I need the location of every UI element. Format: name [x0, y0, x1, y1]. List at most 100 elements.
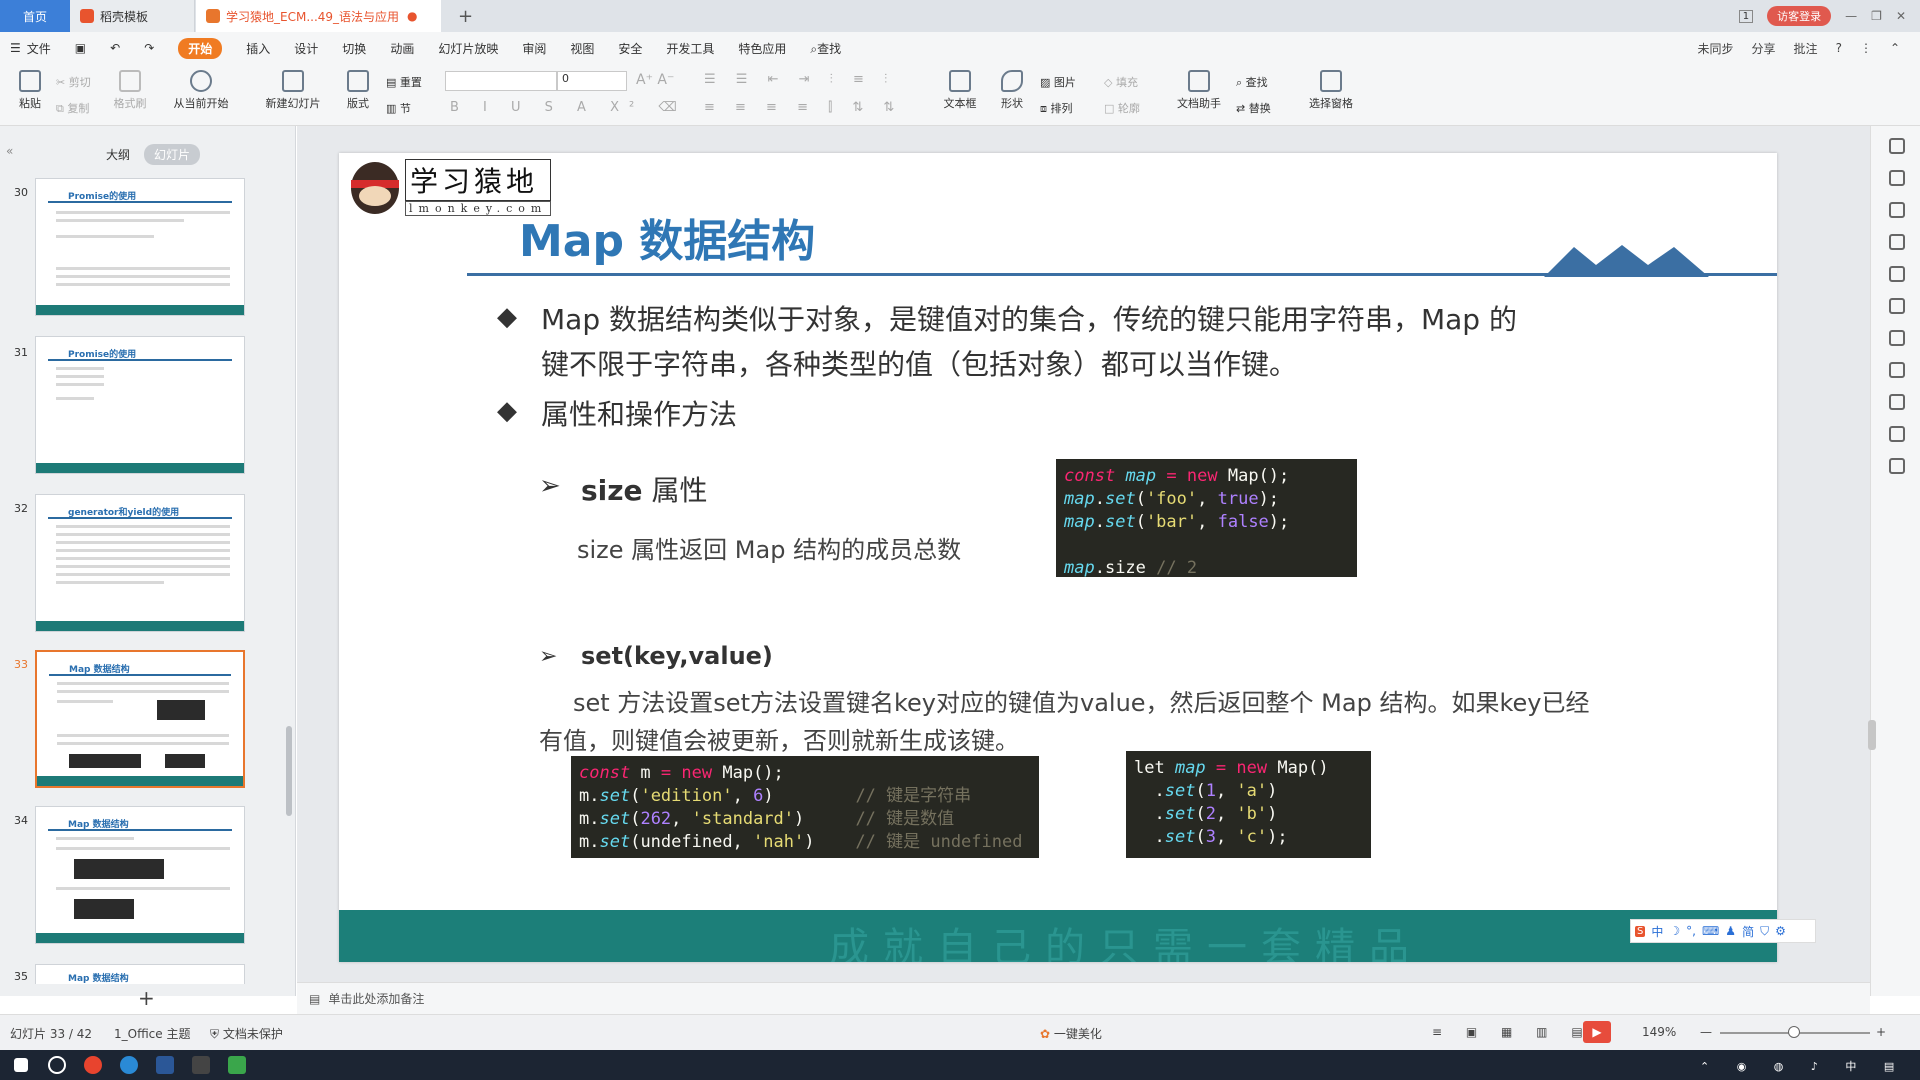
tray-icons[interactable]: ⌃ ◉ ◍ ♪ 中 ▤ [1700, 1058, 1906, 1074]
canvas-scrollbar[interactable] [1868, 720, 1876, 750]
sidebar-box-icon[interactable] [1889, 362, 1905, 378]
reset-button[interactable]: ▤ 重置 [386, 74, 422, 90]
redo-icon[interactable]: ↷ [144, 41, 154, 55]
menu-animation[interactable]: 动画 [390, 40, 414, 57]
tab-outline[interactable]: 大纲 [100, 144, 136, 165]
sidebar-audio-icon[interactable] [1889, 426, 1905, 442]
ime-simplified[interactable]: 简 [1742, 923, 1754, 940]
zoom-in-icon[interactable]: + [1876, 1025, 1886, 1039]
visitor-login-button[interactable]: 访客登录 [1767, 6, 1832, 26]
beautify-button[interactable]: ✿ 一键美化 [1040, 1025, 1102, 1042]
word-icon[interactable] [156, 1056, 174, 1074]
ie-icon[interactable] [120, 1056, 138, 1074]
font-style-buttons[interactable]: B I U S A X² ⌫ [450, 100, 687, 115]
sidebar-style-icon[interactable] [1889, 170, 1905, 186]
collapse-ribbon-icon[interactable]: ⌃ [1890, 41, 1900, 55]
sync-button[interactable]: 未同步 [1698, 40, 1734, 57]
shape-button[interactable]: 形状 [995, 70, 1029, 111]
sidebar-share-icon[interactable] [1889, 330, 1905, 346]
find-button[interactable]: ⌕ 查找 [1236, 74, 1268, 90]
new-tab-button[interactable]: + [448, 0, 478, 32]
minimize-icon[interactable]: — [1845, 9, 1857, 23]
outline-button[interactable]: □ 轮廓 [1104, 100, 1140, 116]
slide-thumbnail[interactable]: Map 数据结构 [35, 806, 245, 944]
menu-slideshow[interactable]: 幻灯片放映 [438, 40, 498, 57]
zoom-level[interactable]: 149% [1642, 1025, 1676, 1039]
slide[interactable]: 学习猿地 lmonkey.com Map 数据结构 ◆ Map 数据结构类似于对… [339, 153, 1777, 962]
menu-review[interactable]: 审阅 [522, 40, 546, 57]
menu-transition[interactable]: 切换 [342, 40, 366, 57]
menu-file[interactable]: 文件 [27, 40, 51, 57]
sidebar-copy-icon[interactable] [1889, 298, 1905, 314]
share-button[interactable]: 分享 [1752, 40, 1776, 57]
restore-icon[interactable]: ❐ [1871, 9, 1882, 23]
protect-status[interactable]: ⛨ 文档未保护 [210, 1025, 283, 1042]
panel-scrollbar[interactable] [286, 726, 292, 816]
code-block-chain[interactable]: let map = new Map() .set(1, 'a') .set(2,… [1126, 751, 1371, 858]
cut-button[interactable]: ✂ 剪切 [56, 74, 91, 90]
tab-document[interactable]: 学习猿地_ECM...49_语法与应用 ● [196, 0, 441, 32]
slide-thumbnail-selected[interactable]: Map 数据结构 [35, 650, 245, 788]
settings-icon[interactable]: ⚙ [1775, 924, 1786, 938]
theme-name[interactable]: 1_Office 主题 [114, 1025, 190, 1042]
layout-button[interactable]: 版式 [340, 70, 376, 111]
textbox-button[interactable]: 文本框 [940, 70, 980, 111]
font-size-input[interactable]: 0 [557, 71, 627, 91]
tab-home[interactable]: 首页 [0, 0, 70, 32]
zoom-out-icon[interactable]: — [1700, 1025, 1712, 1039]
copy-button[interactable]: ⧉ 复制 [56, 100, 89, 116]
new-slide-button[interactable]: 新建幻灯片 [258, 70, 328, 111]
bullet-1-line-1[interactable]: Map 数据结构类似于对象，是键值对的集合，传统的键只能用字符串，Map 的 [541, 298, 1741, 338]
format-painter-button[interactable]: 格式刷 [110, 70, 150, 111]
font-name-input[interactable] [445, 71, 557, 91]
user-icon[interactable]: ♟ [1725, 924, 1736, 938]
fill-button[interactable]: ◇ 填充 [1104, 74, 1138, 90]
size-description[interactable]: size 属性返回 Map 结构的成员总数 [577, 530, 961, 565]
size-heading[interactable]: size 属性 [581, 469, 707, 509]
arrange-button[interactable]: ⧈ 排列 [1040, 100, 1073, 116]
comment-button[interactable]: 批注 [1794, 40, 1818, 57]
wps-icon[interactable] [192, 1056, 210, 1074]
ime-toolbar[interactable]: S 中 ☽ °, ⌨ ♟ 简 ⛉ ⚙ [1630, 919, 1816, 943]
select-pane-button[interactable]: 选择窗格 [1306, 70, 1356, 111]
menu-icon[interactable]: ☰ [10, 41, 21, 55]
notes-bar[interactable]: ▤ 单击此处添加备注 [297, 982, 1870, 1014]
slide-thumbnail[interactable]: Promise的使用 [35, 336, 245, 474]
close-tab-icon[interactable]: ● [407, 9, 417, 23]
collapse-panel-icon[interactable]: « [6, 144, 13, 158]
sidebar-settings-icon[interactable] [1889, 266, 1905, 282]
menu-view[interactable]: 视图 [570, 40, 594, 57]
list-buttons[interactable]: ☰ ☰ ⇤ ⇥ ⫶ ≡ ⫶ [704, 72, 895, 87]
view-mode-buttons[interactable]: ≡ ▣ ▦ ▥ ▤ [1432, 1025, 1593, 1039]
menu-start[interactable]: 开始 [178, 37, 223, 59]
sidebar-grid-icon[interactable] [1889, 234, 1905, 250]
section-button[interactable]: ▥ 节 [386, 100, 411, 116]
shirt-icon[interactable]: ⛉ [1760, 924, 1769, 939]
set-heading[interactable]: set(key,value) [581, 642, 773, 670]
code-block-set-keys[interactable]: const m = new Map(); m.set('edition', 6)… [571, 756, 1039, 858]
doc-assistant-button[interactable]: 文档助手 [1176, 70, 1222, 111]
bullet-2[interactable]: 属性和操作方法 [541, 393, 737, 433]
menu-security[interactable]: 安全 [618, 40, 642, 57]
from-current-button[interactable]: 从当前开始 [168, 70, 234, 111]
slide-thumbnail[interactable]: Promise的使用 [35, 178, 245, 316]
align-buttons[interactable]: ≡ ≡ ≡ ≡ ⫿ ⇅ ⇅ [704, 100, 902, 115]
sidebar-image-icon[interactable] [1889, 394, 1905, 410]
menu-design[interactable]: 设计 [294, 40, 318, 57]
code-block-size[interactable]: const map = new Map(); map.set('foo', tr… [1056, 459, 1357, 578]
menu-special[interactable]: 特色应用 [738, 40, 786, 57]
cortana-icon[interactable] [48, 1056, 66, 1074]
sidebar-pin-icon[interactable] [1889, 138, 1905, 154]
keyboard-icon[interactable]: ⌨ [1702, 924, 1719, 938]
save-icon[interactable]: ▣ [75, 41, 86, 55]
undo-icon[interactable]: ↶ [110, 41, 120, 55]
menu-insert[interactable]: 插入 [246, 40, 270, 57]
chrome-icon[interactable] [84, 1056, 102, 1074]
add-slide-button[interactable]: + [138, 986, 155, 1010]
slide-thumbnail[interactable]: generator和yield的使用 [35, 494, 245, 632]
play-slideshow-button[interactable]: ▶ [1583, 1021, 1611, 1043]
app-icon[interactable] [228, 1056, 246, 1074]
menu-developer[interactable]: 开发工具 [666, 40, 714, 57]
replace-button[interactable]: ⇄ 替换 [1236, 100, 1271, 116]
picture-button[interactable]: ▨ 图片 [1040, 74, 1076, 90]
